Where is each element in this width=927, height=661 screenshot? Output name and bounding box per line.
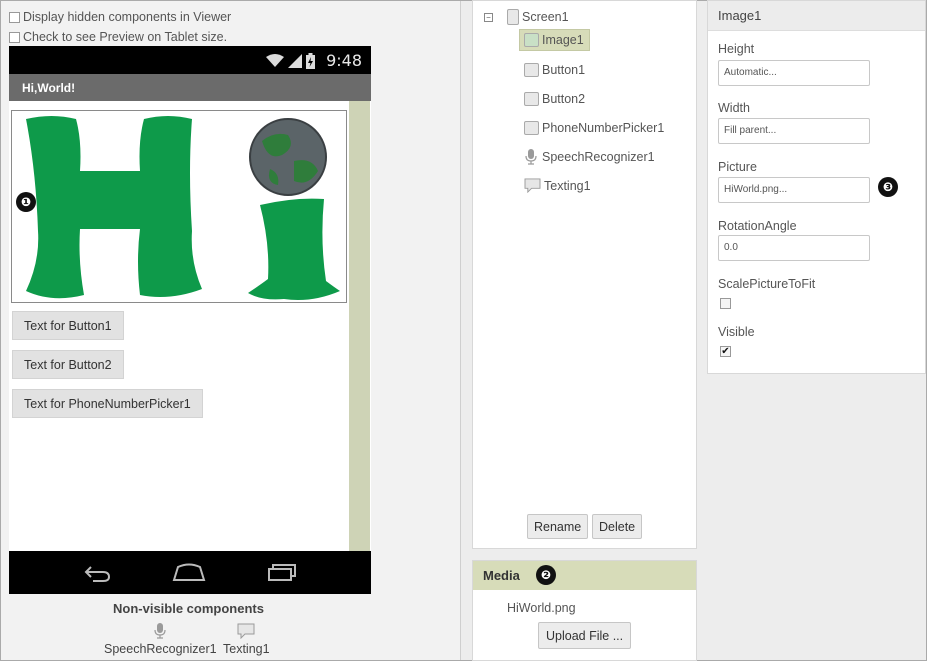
home-icon[interactable]	[172, 563, 206, 581]
tree-texting1[interactable]: Texting1	[524, 178, 591, 193]
tree-texting1-label: Texting1	[544, 178, 591, 193]
battery-icon	[306, 53, 315, 69]
tablet-preview-label: Check to see Preview on Tablet size.	[23, 30, 228, 44]
callout-badge-3: ❸	[878, 177, 898, 197]
height-field[interactable]: Automatic...	[718, 60, 870, 86]
tree-speechrecognizer1[interactable]: SpeechRecognizer1	[524, 149, 655, 165]
message-icon	[524, 178, 541, 193]
tree-phonenumberpicker1-label: PhoneNumberPicker1	[542, 121, 665, 135]
rotation-field[interactable]: 0.0	[718, 235, 870, 261]
tree-button2[interactable]: Button2	[524, 92, 585, 106]
tree-button1[interactable]: Button1	[524, 63, 585, 77]
tree-button1-label: Button1	[542, 63, 586, 77]
android-nav-bar	[9, 551, 371, 594]
button2-preview[interactable]: Text for Button2	[12, 350, 124, 379]
properties-title: Image1	[708, 1, 925, 31]
nonvisible-speechrecognizer[interactable]: SpeechRecognizer1	[104, 623, 217, 656]
tree-speechrecognizer1-label: SpeechRecognizer1	[542, 150, 655, 164]
button-icon	[524, 92, 539, 106]
height-label: Height	[718, 42, 755, 56]
width-field[interactable]: Fill parent...	[718, 118, 870, 144]
image-icon	[524, 33, 539, 47]
screen-scrollbar[interactable]	[349, 101, 370, 551]
image1-preview[interactable]	[11, 110, 347, 303]
phone-number-picker-icon	[524, 121, 539, 135]
microphone-icon	[525, 149, 537, 165]
visible-checkbox[interactable]: ✔	[720, 346, 731, 357]
tree-screen1-label: Screen1	[522, 10, 569, 24]
status-time: 9:48	[326, 51, 362, 70]
tablet-preview-row[interactable]: Check to see Preview on Tablet size.	[9, 30, 227, 44]
callout-badge-1: ❶	[16, 192, 36, 212]
media-pane: Media HiWorld.png Upload File ...	[472, 560, 697, 661]
tree-screen1[interactable]: − Screen1	[484, 9, 569, 25]
media-file-item[interactable]: HiWorld.png	[507, 601, 576, 615]
button-icon	[524, 63, 539, 77]
picture-label: Picture	[718, 160, 757, 174]
upload-file-button[interactable]: Upload File ...	[538, 622, 632, 649]
nonvisible-texting-label: Texting1	[223, 642, 270, 656]
tree-phonenumberpicker1[interactable]: PhoneNumberPicker1	[524, 121, 664, 135]
callout-badge-2: ❷	[536, 565, 556, 585]
visible-label: Visible	[718, 325, 755, 339]
signal-icon	[288, 54, 302, 68]
tree-button2-label: Button2	[542, 92, 586, 106]
delete-button[interactable]: Delete	[592, 514, 643, 539]
nonvisible-speechrecognizer-label: SpeechRecognizer1	[104, 642, 217, 656]
components-pane: − Screen1 Image1 Button1 Button2 PhoneNu…	[472, 0, 697, 549]
status-bar: 9:48	[9, 46, 371, 74]
media-title: Media	[483, 568, 520, 583]
display-hidden-checkbox[interactable]	[9, 11, 20, 23]
media-header: Media	[473, 561, 696, 590]
display-hidden-label: Display hidden components in Viewer	[23, 10, 232, 24]
tablet-preview-checkbox[interactable]	[9, 31, 20, 43]
picture-field[interactable]: HiWorld.png...	[718, 177, 870, 203]
rotation-label: RotationAngle	[718, 219, 797, 233]
status-icons	[266, 53, 315, 69]
display-hidden-row[interactable]: Display hidden components in Viewer	[9, 10, 231, 24]
phone-screen: Text for Button1 Text for Button2 Text f…	[9, 101, 371, 551]
phone-mockup: 9:48 Hi,World! Text for Button1 Text for…	[9, 46, 371, 594]
button1-preview[interactable]: Text for Button1	[12, 311, 124, 340]
message-icon	[237, 623, 255, 640]
nonvisible-title: Non-visible components	[113, 601, 264, 616]
scale-label: ScalePictureToFit	[718, 277, 816, 291]
recent-apps-icon[interactable]	[267, 563, 297, 581]
collapse-icon[interactable]: −	[484, 12, 493, 22]
nonvisible-texting[interactable]: Texting1	[223, 623, 270, 656]
app-title-bar: Hi,World!	[9, 74, 371, 101]
viewer-pane: Display hidden components in Viewer Chec…	[1, 1, 461, 660]
rename-button[interactable]: Rename	[527, 514, 589, 539]
wifi-icon	[266, 54, 284, 67]
phonenumberpicker1-preview[interactable]: Text for PhoneNumberPicker1	[12, 389, 203, 418]
tree-image1-label: Image1	[542, 33, 584, 47]
width-label: Width	[718, 101, 750, 115]
hi-world-image	[26, 116, 340, 300]
scale-checkbox[interactable]	[720, 298, 731, 309]
microphone-icon	[154, 623, 166, 639]
back-icon[interactable]	[83, 563, 111, 583]
tree-image1[interactable]: Image1	[519, 29, 590, 51]
screen-icon	[507, 9, 519, 25]
